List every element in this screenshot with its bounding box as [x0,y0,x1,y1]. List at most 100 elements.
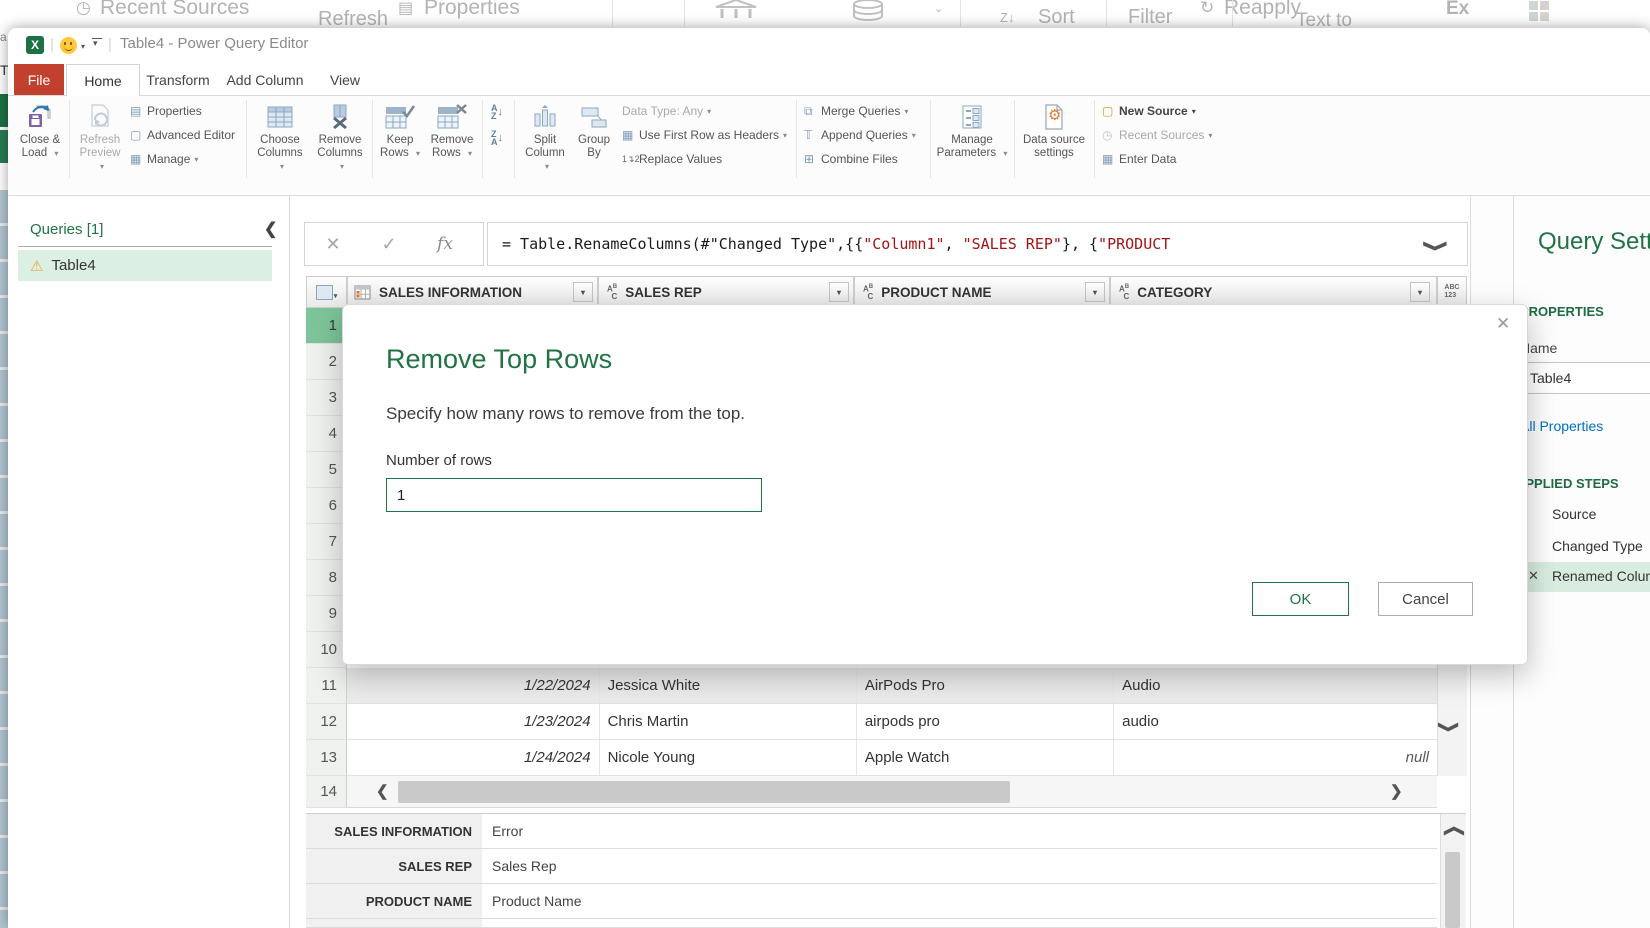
append-queries-button[interactable]: 𝕋 Append Queries ▾ [804,126,916,144]
new-source-icon: ▢ [1102,104,1119,118]
tab-home[interactable]: Home [66,64,140,96]
row-number[interactable]: 11 [306,668,347,704]
query-list-item-table4[interactable]: ⚠ Table4 [18,250,272,281]
data-type-button[interactable]: Data Type: Any ▾ [622,102,711,120]
applied-step-renamed-columns[interactable]: Renamed Columns [1552,568,1650,584]
tab-transform[interactable]: Transform [144,64,212,95]
row-number[interactable]: 1 [306,308,347,344]
bg-recent-sources: Recent Sources [100,0,249,20]
advanced-editor-button[interactable]: ▢ Advanced Editor [130,126,235,144]
manage-button[interactable]: ▦ Manage ▾ [130,150,198,168]
detail-row-label: PRODUCT NAME [306,884,482,919]
filter-dropdown-button[interactable]: ▾ [1410,282,1430,302]
scroll-right-icon[interactable]: ❯ [1390,782,1403,800]
combine-files-button[interactable]: ⊞ Combine Files [804,150,898,168]
row-number[interactable]: 12 [306,704,347,740]
filter-dropdown-button[interactable]: ▾ [829,282,849,302]
collapse-pane-icon[interactable]: ❮ [264,219,277,239]
applied-step-source[interactable]: Source [1552,506,1596,522]
split-col-line2: Column ▾ [520,147,570,173]
tab-file[interactable]: File [14,64,64,95]
keep-rows-line2: Rows ▾ [380,147,420,160]
feedback-smiley-icon[interactable] [60,37,77,54]
group-by-button[interactable]: Group By [572,100,616,160]
table-cell[interactable]: 1/23/2024 [347,704,600,739]
table-cell[interactable]: Nicole Young [600,740,857,775]
table-cell[interactable]: Jessica White [600,668,857,703]
sort-ascending-button[interactable]: A Z ↓ [486,102,508,122]
row-number[interactable]: 5 [306,452,347,488]
formula-cancel-icon[interactable]: ✕ [305,234,361,255]
table-cell[interactable]: Audio [1114,668,1437,703]
tab-add-column[interactable]: Add Column [220,64,310,95]
properties-button[interactable]: ▤ Properties [130,102,202,120]
fx-icon[interactable]: fx [417,234,473,254]
dropdown-arrow-icon: ▾ [280,162,284,171]
table-cell[interactable]: AirPods Pro [857,668,1114,703]
row-number[interactable]: 10 [306,632,347,668]
formula-input[interactable]: = Table.RenameColumns(#"Changed Type",{{… [487,222,1468,266]
table-cell[interactable]: 1/24/2024 [347,740,600,775]
cancel-button[interactable]: Cancel [1378,582,1473,616]
table-cell[interactable]: audio [1114,704,1437,739]
all-properties-link[interactable]: All Properties [1520,418,1603,434]
query-name-input[interactable] [1520,362,1650,394]
filter-dropdown-button[interactable]: ▾ [1085,282,1105,302]
horizontal-scroll-thumb[interactable] [398,781,1010,803]
scroll-down-icon[interactable]: ❯ [1438,721,1461,734]
column-header-label: SALES REP [625,285,829,300]
row-number[interactable]: 3 [306,380,347,416]
bg-bank-icon [712,0,760,20]
formula-expand-icon[interactable]: ❯ [1423,240,1450,253]
table-cell[interactable]: airpods pro [857,704,1114,739]
use-first-row-as-headers-button[interactable]: ▦ Use First Row as Headers ▾ [622,126,787,144]
replace-values-icon: 1↴2 [622,154,639,165]
dialog-close-icon[interactable]: ✕ [1496,314,1510,334]
number-of-rows-input[interactable] [386,478,762,512]
delete-step-icon[interactable]: ✕ [1528,568,1539,584]
refresh-preview-button[interactable]: Refresh Preview ▾ [74,100,126,173]
formula-commit-icon[interactable]: ✓ [361,234,417,255]
detail-scroll-thumb[interactable] [1445,852,1460,928]
applied-step-changed-type[interactable]: Changed Type [1552,538,1643,554]
tab-view[interactable]: View [320,64,370,95]
split-column-button[interactable]: Split Column ▾ [520,100,570,173]
choose-columns-button[interactable]: Choose Columns ▾ [252,100,308,173]
row-number[interactable]: 14 [306,776,347,808]
row-number[interactable]: 6 [306,488,347,524]
filter-dropdown-button[interactable]: ▾ [573,282,593,302]
remove-columns-button[interactable]: Remove Columns ▾ [312,100,368,173]
bg-export-icon: Ex [1446,0,1469,20]
row-number[interactable]: 2 [306,344,347,380]
smiley-dropdown-icon[interactable]: ▾ [81,42,85,51]
keep-rows-button[interactable]: Keep Rows ▾ [376,100,424,160]
scroll-left-icon[interactable]: ❮ [376,782,389,800]
table-cell-null[interactable]: null [1114,740,1437,775]
merge-queries-button[interactable]: ⧉ Merge Queries ▾ [804,102,908,120]
select-all-cell[interactable]: ▾ [306,276,347,308]
manage-parameters-button[interactable]: Manage Parameters ▾ [936,100,1008,160]
row-number[interactable]: 4 [306,416,347,452]
quick-access-toolbar-chevron-icon[interactable]: ▾ [93,38,98,49]
sort-descending-button[interactable]: Z A ↓ [486,128,508,148]
detail-panel-top-border [306,813,1466,814]
row-number[interactable]: 13 [306,740,347,776]
ok-button[interactable]: OK [1252,582,1349,616]
recent-sources-button[interactable]: ◷ Recent Sources ▾ [1102,126,1212,144]
remove-rows-button[interactable]: Remove Rows ▾ [426,100,478,160]
row-number[interactable]: 9 [306,596,347,632]
data-source-settings-button[interactable]: ⚙ Data source settings [1018,100,1090,160]
new-source-button[interactable]: ▢ New Source ▾ [1102,102,1196,120]
row-number[interactable]: 7 [306,524,347,560]
dropdown-arrow-icon: ▾ [1003,149,1007,158]
enter-data-button[interactable]: ▦ Enter Data [1102,150,1176,168]
table-cell[interactable]: Apple Watch [857,740,1114,775]
scroll-up-icon[interactable]: ❯ [1441,825,1464,838]
close-and-load-button[interactable]: Close & Load ▾ [12,100,68,160]
replace-values-button[interactable]: 1↴2 Replace Values [622,150,722,168]
table-cell[interactable]: 1/22/2024 [347,668,600,703]
table-cell[interactable]: Chris Martin [600,704,857,739]
ds-settings-line2: settings [1034,147,1074,160]
row-number[interactable]: 8 [306,560,347,596]
column-type-any-icon: ABC123 [1444,284,1459,300]
